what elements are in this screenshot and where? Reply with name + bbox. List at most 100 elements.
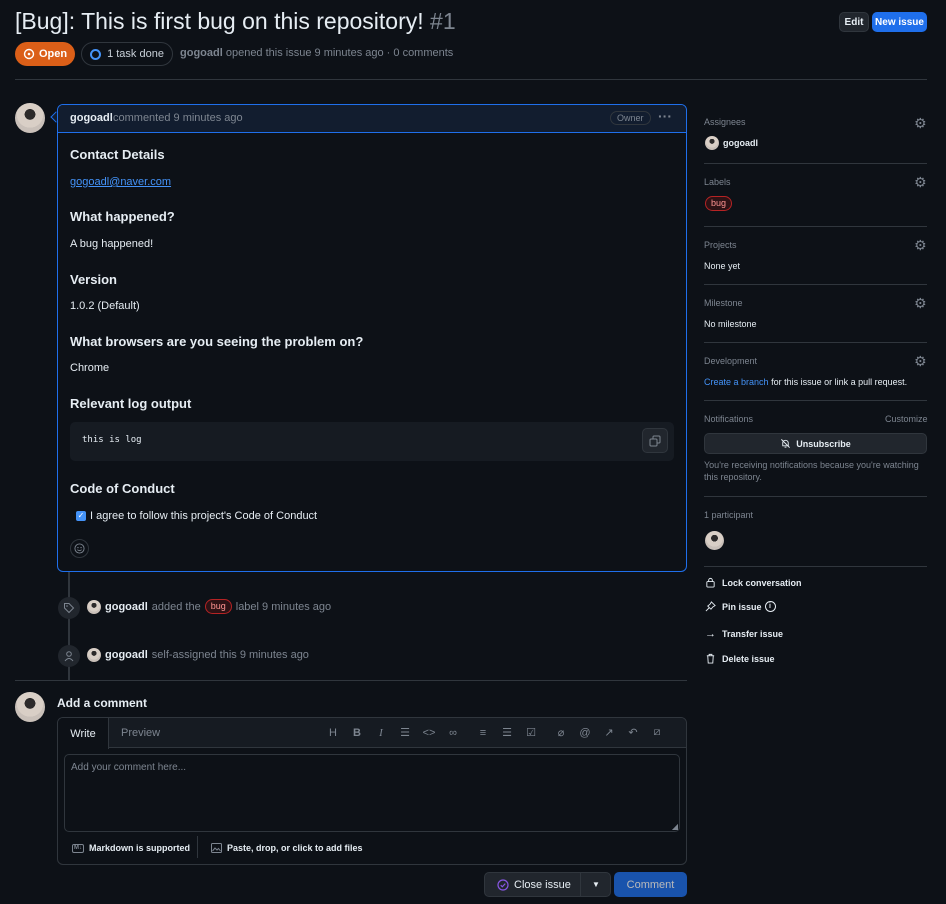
status-badge: Open: [15, 42, 75, 66]
new-issue-button[interactable]: New issue: [872, 12, 927, 32]
italic-icon[interactable]: I: [373, 727, 389, 739]
author-link[interactable]: gogoadl: [180, 47, 223, 59]
cross-reference-icon[interactable]: ↗: [601, 726, 617, 739]
close-options-dropdown[interactable]: ▼: [581, 872, 611, 897]
issue-open-icon: [23, 48, 35, 60]
transfer-issue-action[interactable]: → Transfer issue: [705, 628, 783, 640]
sidebar-divider: [704, 342, 927, 343]
reply-icon[interactable]: ↶: [625, 726, 641, 739]
projects-title[interactable]: Projects: [704, 240, 737, 250]
bell-slash-icon: [781, 439, 791, 448]
delete-issue-action[interactable]: Delete issue: [705, 653, 775, 664]
link-icon[interactable]: ∞: [445, 727, 461, 739]
development-title[interactable]: Development: [704, 356, 757, 366]
issue-title: [Bug]: This is first bug on this reposit…: [15, 8, 456, 35]
event-author[interactable]: gogoadl: [105, 601, 148, 613]
info-icon[interactable]: i: [764, 601, 776, 612]
transfer-label: Transfer issue: [722, 629, 784, 639]
bug-label[interactable]: bug: [705, 196, 733, 211]
composer-tabs: Write Preview H B I ☰ <> ∞ ≡ ☰ ☑ ⌀ @ ↗ ↶…: [58, 718, 686, 749]
labels-title[interactable]: Labels: [704, 177, 731, 187]
avatar[interactable]: [705, 531, 724, 550]
attach-files-note[interactable]: Paste, drop, or click to add files: [211, 843, 363, 853]
contact-email-link[interactable]: gogoadl@naver.com: [70, 176, 171, 188]
version-heading: Version: [70, 272, 117, 287]
development-text: Create a branch for this issue or link a…: [704, 377, 907, 387]
pin-issue-action[interactable]: Pin issue i: [705, 601, 776, 612]
ordered-list-icon[interactable]: ≡: [475, 727, 491, 739]
unordered-list-icon[interactable]: ☰: [499, 726, 515, 739]
avatar[interactable]: [87, 599, 101, 614]
avatar[interactable]: [15, 692, 45, 722]
avatar[interactable]: [87, 648, 101, 662]
gear-icon[interactable]: ⚙: [914, 354, 927, 368]
comment-author[interactable]: gogoadl: [70, 112, 113, 124]
sidebar-divider: [704, 400, 927, 401]
task-list-icon[interactable]: ☑: [523, 726, 539, 739]
projects-value: None yet: [704, 261, 741, 271]
delete-label: Delete issue: [722, 653, 775, 664]
markdown-note[interactable]: M↓ Markdown is supported: [72, 843, 190, 853]
issue-meta: gogoadl opened this issue 9 minutes ago …: [180, 47, 453, 59]
create-branch-link[interactable]: Create a branch: [704, 377, 769, 387]
customize-link[interactable]: Customize: [885, 414, 928, 424]
log-code-text: this is log: [82, 435, 142, 445]
add-reaction-button[interactable]: [70, 539, 89, 558]
code-icon[interactable]: <>: [421, 727, 437, 739]
slash-command-icon[interactable]: ⧄: [649, 726, 665, 739]
comment-composer: Write Preview H B I ☰ <> ∞ ≡ ☰ ☑ ⌀ @ ↗ ↶…: [57, 717, 687, 865]
contact-heading: Contact Details: [70, 147, 165, 162]
add-comment-heading: Add a comment: [57, 696, 148, 710]
milestone-title[interactable]: Milestone: [704, 298, 743, 308]
lock-conversation-action[interactable]: Lock conversation: [705, 577, 802, 588]
meta-text: opened this issue 9 minutes ago · 0 comm…: [225, 47, 454, 59]
kebab-menu-icon[interactable]: ···: [658, 108, 672, 124]
tab-preview[interactable]: Preview: [121, 727, 160, 739]
lock-icon: [706, 577, 715, 588]
header-divider: [15, 79, 927, 80]
heading-icon[interactable]: H: [325, 727, 341, 739]
formatting-toolbar: H B I ☰ <> ∞ ≡ ☰ ☑ ⌀ @ ↗ ↶ ⧄: [325, 726, 665, 739]
mention-icon[interactable]: @: [577, 727, 593, 739]
happened-value: A bug happened!: [70, 238, 154, 250]
comment-button[interactable]: Comment: [614, 872, 687, 897]
resize-handle-icon[interactable]: ◢: [672, 822, 678, 831]
quote-icon[interactable]: ☰: [397, 726, 413, 739]
progress-ring-icon: [90, 48, 102, 60]
timeline-event-label: gogoadl added the bug label 9 minutes ag…: [87, 599, 331, 614]
assignee-item[interactable]: gogoadl: [705, 136, 758, 150]
avatar: [705, 136, 719, 150]
bug-label[interactable]: bug: [204, 599, 232, 614]
status-label: Open: [38, 48, 68, 60]
copy-icon: [649, 435, 661, 446]
version-value: 1.0.2 (Default): [70, 300, 140, 312]
notifications-title: Notifications: [704, 414, 754, 424]
sidebar-divider: [704, 226, 927, 227]
gear-icon[interactable]: ⚙: [914, 238, 927, 252]
attach-files-label: Paste, drop, or click to add files: [227, 843, 363, 853]
unsubscribe-button[interactable]: Unsubscribe: [704, 433, 927, 454]
bold-icon[interactable]: B: [349, 727, 365, 739]
gear-icon[interactable]: ⚙: [914, 296, 927, 310]
copy-button[interactable]: [642, 428, 668, 453]
comment-input[interactable]: Add your comment here...: [64, 754, 680, 832]
tab-write[interactable]: Write: [58, 718, 109, 749]
gear-icon[interactable]: ⚙: [914, 175, 927, 189]
edit-button[interactable]: Edit: [839, 12, 869, 32]
attach-icon[interactable]: ⌀: [553, 726, 569, 739]
pin-icon: [705, 601, 716, 612]
comment-header: gogoadl commented 9 minutes ago Owner ··…: [58, 105, 686, 133]
participants-title: 1 participant: [704, 510, 754, 520]
sidebar-divider: [704, 566, 927, 567]
chevron-down-icon: ▼: [592, 880, 600, 889]
comment-time[interactable]: commented 9 minutes ago: [113, 112, 243, 124]
avatar[interactable]: [15, 103, 45, 133]
lock-label: Lock conversation: [722, 577, 802, 588]
footer-divider: [197, 836, 198, 858]
comment-placeholder: Add your comment here...: [71, 762, 187, 773]
gear-icon[interactable]: ⚙: [914, 116, 927, 130]
task-progress-badge[interactable]: 1 task done: [81, 42, 173, 66]
event-author[interactable]: gogoadl: [105, 649, 148, 661]
conduct-checkbox[interactable]: ✓: [76, 511, 86, 521]
assignees-title[interactable]: Assignees: [704, 117, 746, 127]
